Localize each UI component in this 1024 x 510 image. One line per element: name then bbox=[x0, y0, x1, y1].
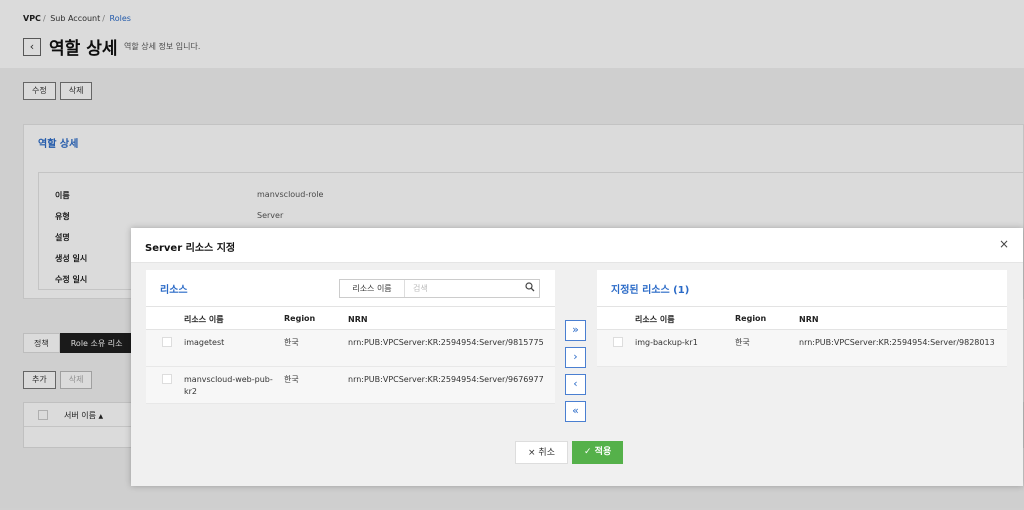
table-header: 리소스 이름 Region NRN bbox=[597, 306, 1007, 330]
resource-region: 한국 bbox=[735, 338, 750, 347]
available-resources-table: 리소스 이름 Region NRN imagetest 한국 nrn:PUB:V… bbox=[146, 306, 555, 404]
resource-nrn: nrn:PUB:VPCServer:KR:2594954:Server/9676… bbox=[348, 375, 544, 384]
column-resource-name: 리소스 이름 bbox=[184, 315, 224, 324]
resource-nrn: nrn:PUB:VPCServer:KR:2594954:Server/9815… bbox=[348, 338, 544, 347]
transfer-buttons: » › ‹ « bbox=[565, 320, 587, 422]
modal-header: Server 리소스 지정 × bbox=[131, 228, 1023, 263]
add-selected-button[interactable]: › bbox=[565, 347, 586, 368]
remove-all-button[interactable]: « bbox=[565, 401, 586, 422]
search-input[interactable] bbox=[405, 280, 521, 297]
column-resource-name: 리소스 이름 bbox=[635, 315, 675, 324]
close-icon: × bbox=[528, 448, 536, 458]
table-row[interactable]: imagetest 한국 nrn:PUB:VPCServer:KR:259495… bbox=[146, 330, 555, 367]
search-icon[interactable] bbox=[521, 282, 539, 295]
modal-footer: × 취소 ✓ 적용 bbox=[515, 441, 624, 464]
apply-button[interactable]: ✓ 적용 bbox=[571, 441, 624, 464]
resource-name: img-backup-kr1 bbox=[635, 338, 698, 347]
row-checkbox[interactable] bbox=[613, 337, 623, 347]
search-field-select[interactable]: 리소스 이름 bbox=[340, 280, 405, 297]
panel-title: 지정된 리소스 (1) bbox=[611, 285, 690, 296]
resource-nrn: nrn:PUB:VPCServer:KR:2594954:Server/9828… bbox=[799, 338, 995, 347]
table-row[interactable]: manvscloud-web-pub-kr2 한국 nrn:PUB:VPCSer… bbox=[146, 367, 555, 404]
resource-name: manvscloud-web-pub-kr2 bbox=[184, 375, 273, 396]
cancel-button[interactable]: × 취소 bbox=[515, 441, 568, 464]
table-row[interactable]: img-backup-kr1 한국 nrn:PUB:VPCServer:KR:2… bbox=[597, 330, 1007, 367]
column-region: Region bbox=[284, 314, 316, 323]
resource-name: imagetest bbox=[184, 338, 225, 347]
check-icon: ✓ bbox=[583, 447, 592, 457]
add-all-button[interactable]: » bbox=[565, 320, 586, 341]
available-resources-panel: 리소스 리소스 이름 리소스 이름 Region NRN imagetest 한… bbox=[146, 270, 555, 404]
column-nrn: NRN bbox=[799, 315, 819, 324]
resource-region: 한국 bbox=[284, 375, 299, 384]
column-region: Region bbox=[735, 314, 767, 323]
panel-title: 리소스 bbox=[160, 285, 188, 296]
assigned-resources-table: 리소스 이름 Region NRN img-backup-kr1 한국 nrn:… bbox=[597, 306, 1007, 367]
search-box: 리소스 이름 bbox=[339, 279, 540, 298]
remove-selected-button[interactable]: ‹ bbox=[565, 374, 586, 395]
resource-assign-modal: Server 리소스 지정 × 리소스 리소스 이름 리소스 이름 Region… bbox=[131, 228, 1023, 486]
row-checkbox[interactable] bbox=[162, 337, 172, 347]
column-nrn: NRN bbox=[348, 315, 368, 324]
resource-region: 한국 bbox=[284, 338, 299, 347]
close-icon[interactable]: × bbox=[999, 237, 1009, 251]
modal-title: Server 리소스 지정 bbox=[145, 243, 236, 254]
table-header: 리소스 이름 Region NRN bbox=[146, 306, 555, 330]
row-checkbox[interactable] bbox=[162, 374, 172, 384]
assigned-resources-panel: 지정된 리소스 (1) 리소스 이름 Region NRN img-backup… bbox=[597, 270, 1007, 367]
